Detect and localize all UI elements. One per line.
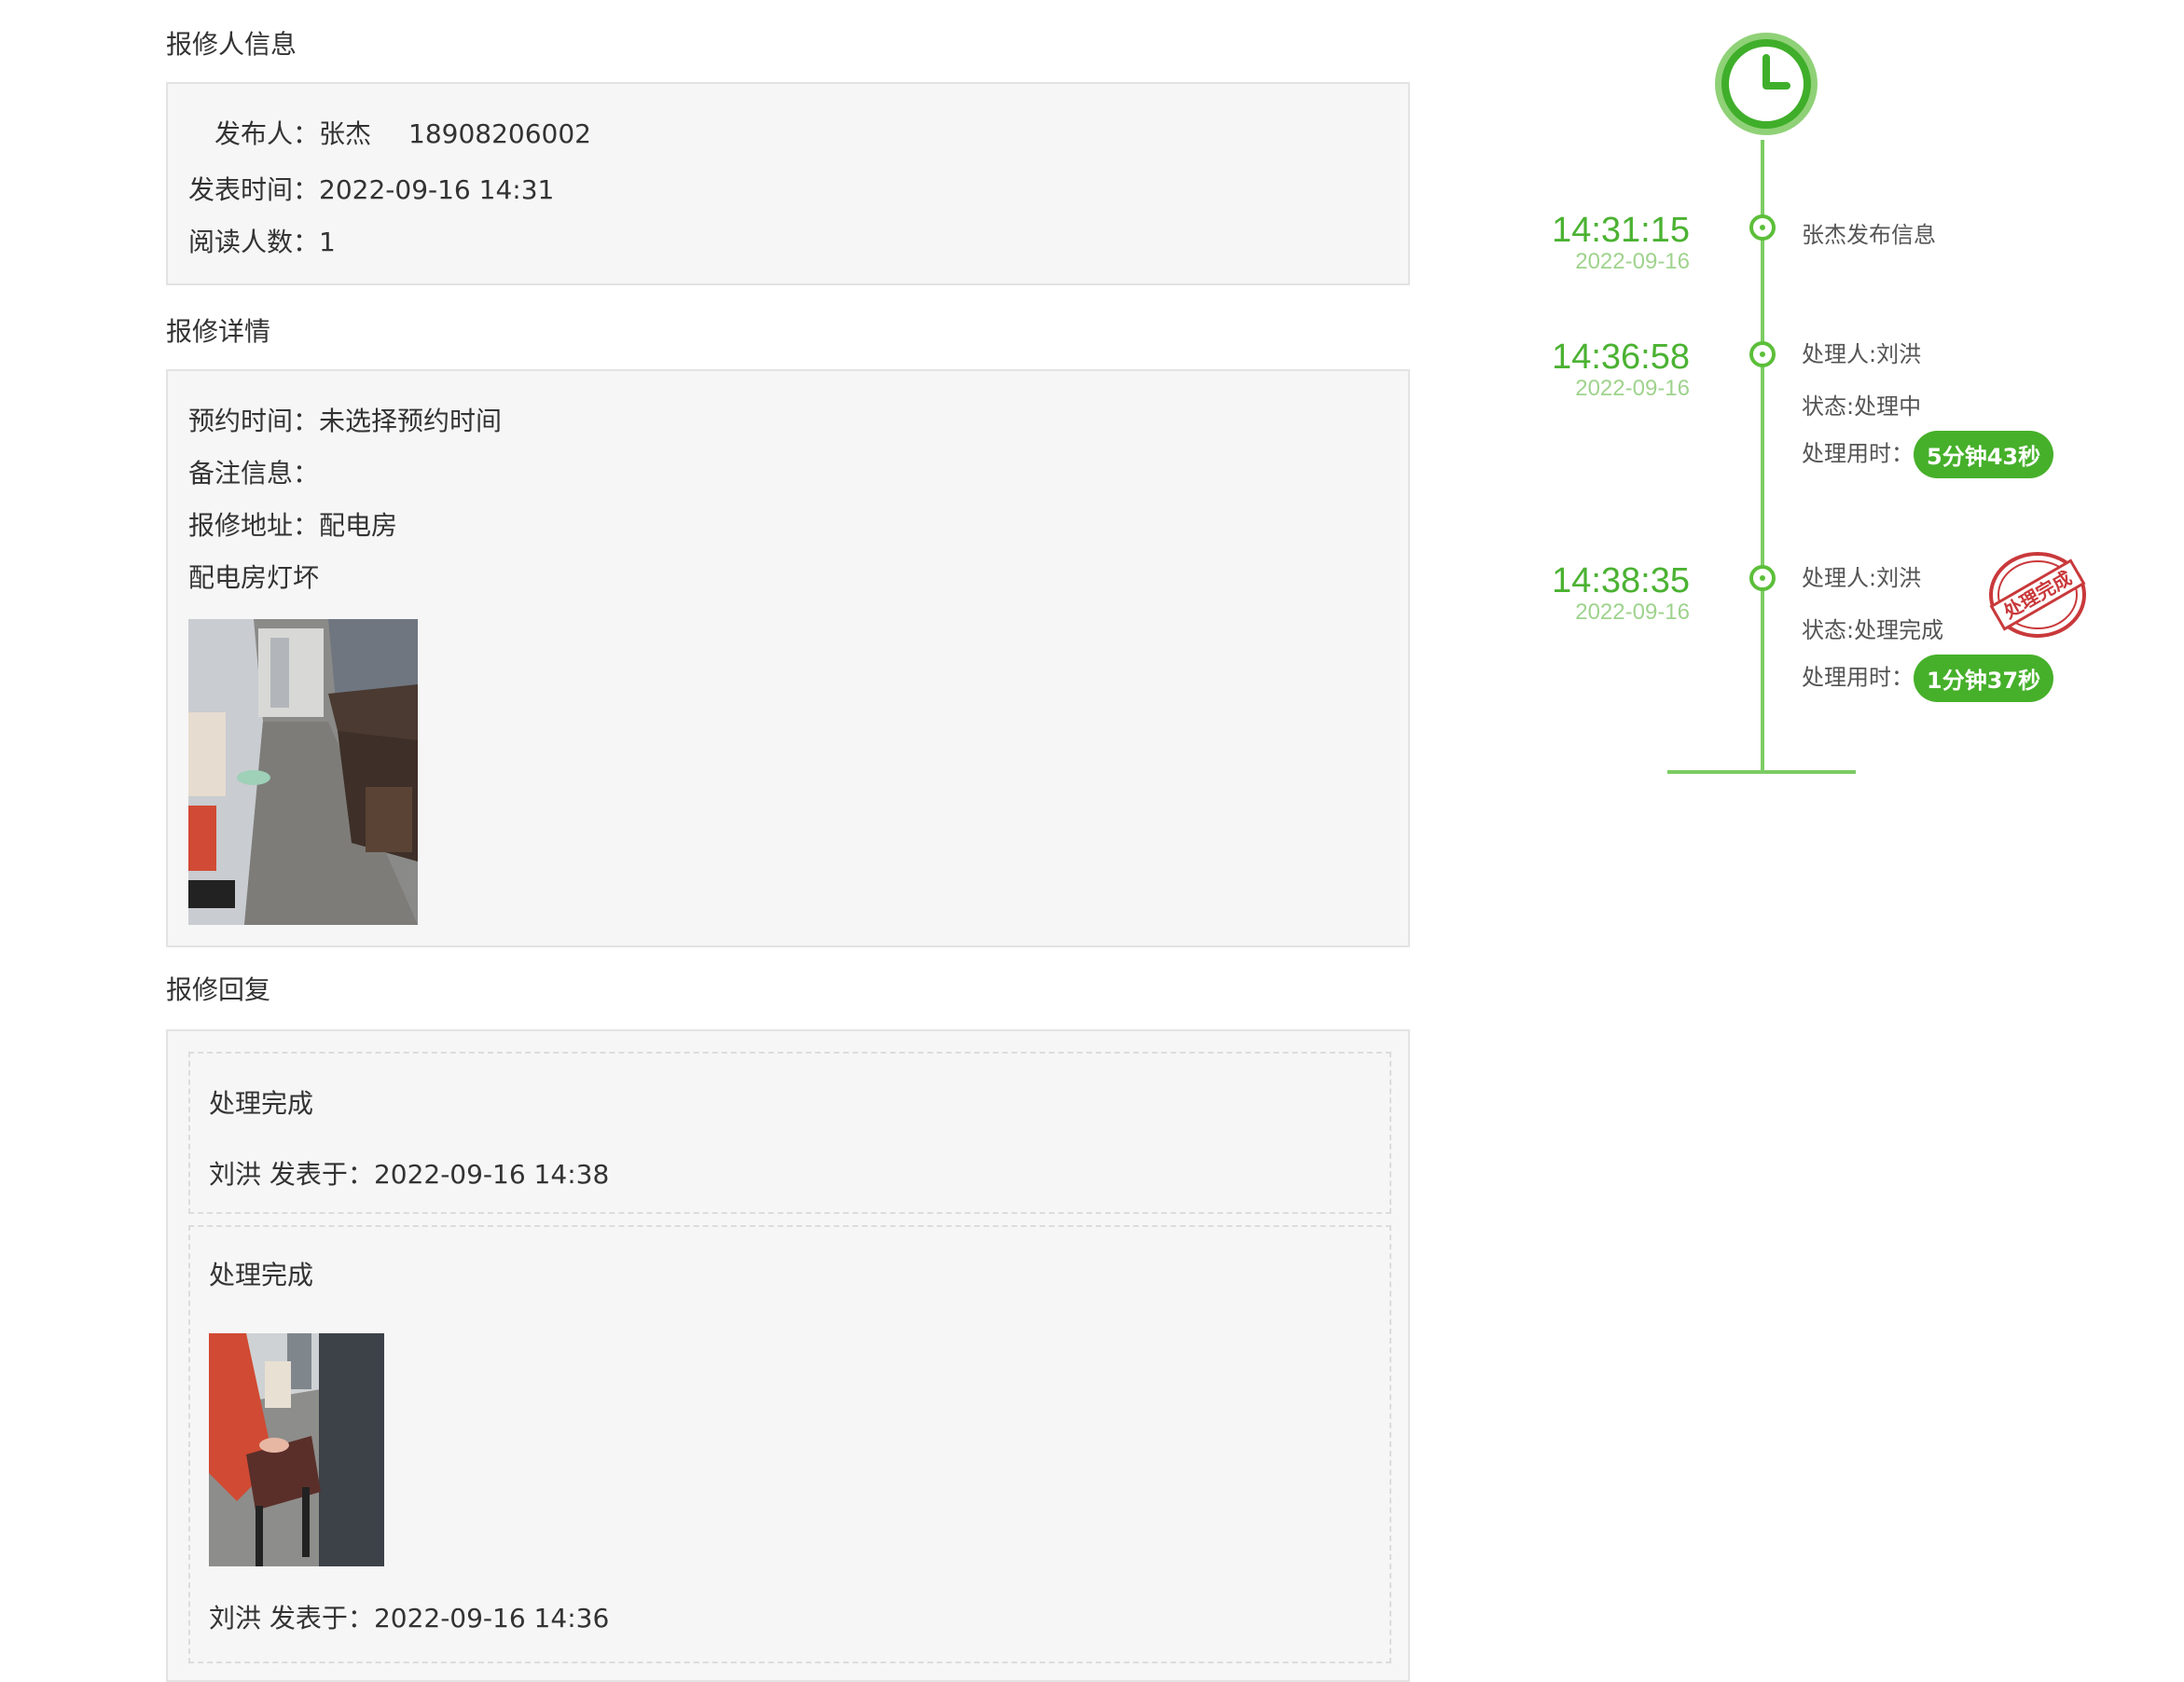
reply-author: 刘洪 (209, 1603, 262, 1634)
completed-stamp-icon: 处理完成 (1986, 550, 2089, 640)
timeline-node (1749, 565, 1776, 591)
address-row: 报修地址：配电房 (188, 505, 397, 543)
reply-meta: 刘洪 发表于：2022-09-16 14:36 (209, 1598, 609, 1635)
appointment-value: 未选择预约时间 (319, 406, 503, 436)
publish-time-row: 发表时间：2022-09-16 14:31 (188, 170, 554, 207)
event-time: 14:38:35 (1552, 561, 1690, 600)
timeline-base (1667, 770, 1856, 774)
reporter-info-panel: 发布人：张杰 18908206002 发表时间：2022-09-16 14:31 … (166, 82, 1410, 285)
reply-card: 处理完成 刘洪 发表于：2022-09-16 14:36 (188, 1225, 1391, 1663)
reply-posted-label: 发表于： (269, 1159, 374, 1190)
duration-label: 处理用时： (1802, 664, 1914, 691)
reply-meta: 刘洪 发表于：2022-09-16 14:38 (209, 1154, 609, 1192)
reply-card: 处理完成 刘洪 发表于：2022-09-16 14:38 (188, 1052, 1391, 1214)
duration-badge: 5分钟43秒 (1914, 431, 2054, 478)
publisher-label: 发布人： (214, 118, 320, 149)
detail-panel: 预约时间：未选择预约时间 备注信息： 报修地址：配电房 配电房灯坏 (166, 369, 1410, 947)
event-time: 14:31:15 (1552, 211, 1690, 250)
read-count-value: 1 (319, 227, 336, 257)
event-handler: 处理人:刘洪 (1802, 341, 1922, 367)
appointment-label: 预约时间： (188, 406, 320, 436)
publisher-row: 发布人：张杰 18908206002 (214, 114, 591, 151)
reply-status: 处理完成 (209, 1088, 314, 1119)
duration-badge: 1分钟37秒 (1914, 655, 2054, 702)
reply-posted-time: 2022-09-16 14:36 (373, 1603, 610, 1634)
reply-posted-time: 2022-09-16 14:38 (373, 1159, 610, 1190)
address-label: 报修地址： (188, 510, 320, 541)
repair-photo-thumbnail[interactable] (188, 619, 418, 925)
duration-label: 处理用时： (1802, 440, 1914, 467)
event-time: 14:36:58 (1552, 338, 1690, 377)
remark-row: 备注信息： (188, 453, 319, 490)
publisher-phone: 18908206002 (408, 118, 591, 149)
event-duration-row: 处理用时： 5分钟43秒 (1802, 431, 2054, 478)
event-handler: 处理人:刘洪 (1802, 565, 1922, 591)
event-date: 2022-09-16 (1575, 249, 1690, 274)
reply-author: 刘洪 (209, 1159, 262, 1190)
timeline-event-time: 14:38:35 2022-09-16 (1552, 563, 1690, 625)
reply-panel: 处理完成 刘洪 发表于：2022-09-16 14:38 处理完成 刘洪 发表于… (166, 1029, 1410, 1682)
event-status: 状态:处理中 (1802, 393, 1922, 420)
reporter-section-title: 报修人信息 (166, 29, 297, 60)
corridor-photo (188, 619, 418, 925)
timeline-node (1749, 341, 1776, 367)
timeline-node (1749, 214, 1776, 241)
remark-label: 备注信息： (188, 458, 320, 489)
clock-icon (1710, 28, 1822, 140)
address-value: 配电房 (319, 510, 398, 541)
event-status: 状态:处理完成 (1802, 617, 1944, 643)
publisher-name: 张杰 (319, 118, 372, 149)
event-date: 2022-09-16 (1575, 376, 1690, 401)
read-count-row: 阅读人数：1 (188, 222, 336, 259)
appointment-row: 预约时间：未选择预约时间 (188, 401, 502, 438)
timeline-event-time: 14:36:58 2022-09-16 (1552, 339, 1690, 401)
description-text: 配电房灯坏 (188, 562, 320, 593)
reply-status: 处理完成 (209, 1260, 314, 1290)
timeline-event-time: 14:31:15 2022-09-16 (1552, 213, 1690, 274)
publish-time-value: 2022-09-16 14:31 (319, 174, 555, 205)
reply-section-title: 报修回复 (166, 974, 271, 1005)
reply-photo-thumbnail[interactable] (209, 1333, 384, 1566)
reply-photo (209, 1333, 384, 1566)
event-duration-row: 处理用时： 1分钟37秒 (1802, 655, 2054, 702)
event-text: 张杰发布信息 (1802, 222, 1936, 248)
read-count-label: 阅读人数： (188, 227, 320, 257)
event-date: 2022-09-16 (1575, 600, 1690, 625)
publish-time-label: 发表时间： (188, 174, 320, 205)
reply-posted-label: 发表于： (269, 1603, 374, 1634)
detail-section-title: 报修详情 (166, 316, 271, 347)
